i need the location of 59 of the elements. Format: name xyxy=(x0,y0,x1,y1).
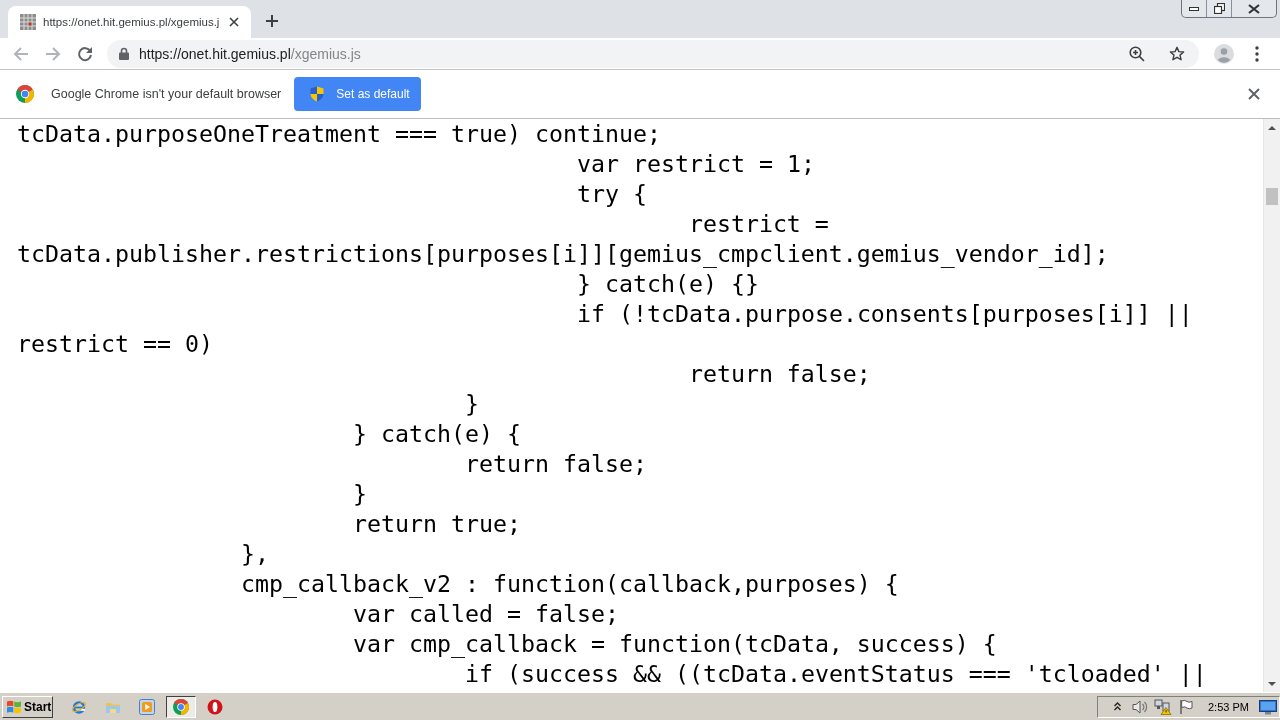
scrollbar-thumb[interactable] xyxy=(1266,188,1278,205)
code-line: } catch(e) { xyxy=(352,420,521,447)
tab-title: https://onet.hit.gemius.pl/xgemius.j xyxy=(43,16,220,28)
code-line: tcData.publisher.restrictions[purposes[i]][gemius_cmpclient.gemius_vendor_id]; xyxy=(17,240,1109,267)
flag-icon xyxy=(1179,698,1193,715)
code-line: cmp_callback_v2 : function(callback,purposes) { xyxy=(240,570,899,597)
code-line: restrict == 0) xyxy=(17,330,213,357)
clock: 2:53 PM xyxy=(1208,700,1249,713)
code-line: if (!tcData.purpose.consents[purposes[i]] || xyxy=(576,300,1193,327)
star-icon xyxy=(1169,45,1185,62)
code-line: var cmp_callback = function(tcData, success) { xyxy=(352,630,997,657)
zoom-in-icon xyxy=(1129,45,1145,62)
monitor-icon xyxy=(1259,698,1277,715)
code-line: } catch(e) {} xyxy=(576,270,759,297)
avatar-icon xyxy=(1214,43,1234,64)
set-default-button[interactable]: Set as default xyxy=(294,77,422,111)
code-line: } xyxy=(352,480,367,507)
play-icon xyxy=(139,698,155,715)
grid-icon xyxy=(20,14,36,30)
speaker-icon xyxy=(1132,698,1148,715)
restore-icon xyxy=(1213,3,1225,14)
plus-icon xyxy=(266,15,279,27)
code-line: var restrict = 1; xyxy=(576,150,815,177)
code-line: }, xyxy=(240,540,269,567)
lock-icon xyxy=(119,47,129,60)
network-warning-icon xyxy=(1154,698,1172,715)
infobar-message: Google Chrome isn't your default browser xyxy=(51,87,282,101)
start-button[interactable]: Start xyxy=(2,695,53,718)
code-line: return true; xyxy=(352,510,521,537)
code-line: return false; xyxy=(688,360,871,387)
url-text: https://onet.hit.gemius.pl/xgemius.js xyxy=(139,45,361,62)
code-line: if (success && ((tcData.eventStatus === 'tcloaded' || xyxy=(464,660,1207,687)
scrollbar-track[interactable] xyxy=(1263,119,1280,692)
minimize-icon xyxy=(1189,6,1199,11)
code-line: try { xyxy=(576,180,647,207)
flag-logo-icon xyxy=(6,698,22,715)
code-line: restrict = xyxy=(688,210,829,237)
address-bar[interactable]: https://onet.hit.gemius.pl/xgemius.js xyxy=(107,39,1199,68)
reload-icon xyxy=(77,45,93,62)
code-line: } xyxy=(464,390,479,417)
close-infobar-button[interactable] xyxy=(1246,86,1262,102)
letter-e-icon xyxy=(71,698,87,715)
code-line: return false; xyxy=(464,450,647,477)
triangle-down-icon xyxy=(1268,681,1276,686)
code-line: tcData.purposeOneTreatment === true) continue; xyxy=(17,120,661,147)
close-icon xyxy=(1248,88,1260,100)
triangle-up-icon xyxy=(1268,125,1276,130)
browser-tab[interactable]: https://onet.hit.gemius.pl/xgemius.j xyxy=(8,6,252,38)
chevron-up-icon xyxy=(1113,702,1121,711)
o-logo-icon xyxy=(207,698,223,715)
close-icon xyxy=(229,17,240,27)
browser-logo-icon xyxy=(16,85,34,103)
close-icon xyxy=(1248,3,1260,14)
code-line: var called = false; xyxy=(352,600,619,627)
network-button[interactable] xyxy=(1154,696,1172,717)
taskbar-button[interactable] xyxy=(166,695,196,718)
shield-icon xyxy=(310,86,325,102)
browser-logo-icon xyxy=(173,698,189,715)
menu-icon xyxy=(1255,45,1259,62)
